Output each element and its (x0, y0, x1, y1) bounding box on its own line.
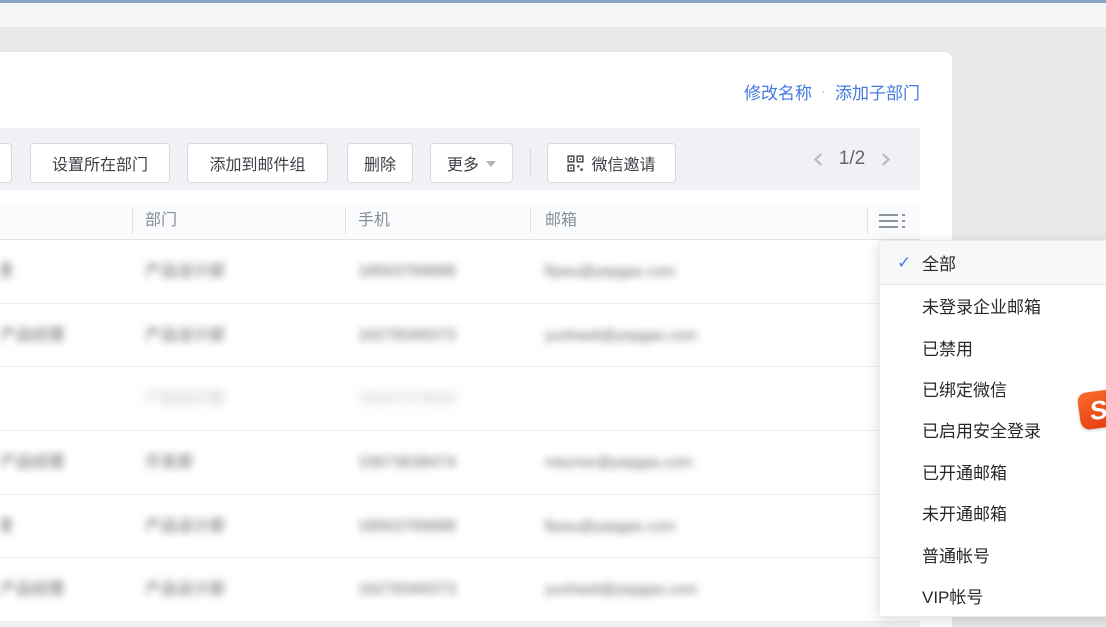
member-name-cell: 产品经理 (0, 558, 135, 621)
members-table-header: 部门 手机 邮箱 (0, 202, 920, 240)
delete-button[interactable]: 删除 (347, 143, 413, 183)
filter-menu-item-label: 未开通邮箱 (922, 500, 1007, 525)
footer-strip (0, 622, 920, 627)
filter-menu-item-label: 全部 (922, 250, 956, 275)
member-email-cell: mturner@yepgas.com (545, 431, 885, 494)
member-mobile-cell: 16278349373 (358, 304, 538, 367)
toolbar-button-clipped[interactable] (0, 143, 12, 183)
add-sub-department-link[interactable]: 添加子部门 (835, 79, 920, 104)
member-department-cell: 产品设计部 (145, 240, 345, 303)
table-row[interactable]: 产品经理 产品设计部 16278349373 yunhaoli@yepgas.c… (0, 558, 920, 622)
column-divider (345, 208, 346, 234)
member-email-cell (545, 367, 885, 430)
table-row[interactable]: 产品经理 开发部 15673638474 mturner@yepgas.com (0, 431, 920, 495)
column-divider (530, 208, 531, 234)
sogou-input-badge[interactable]: S (1077, 388, 1106, 430)
department-actions: 修改名称 · 添加子部门 (744, 79, 920, 104)
filter-menu-item[interactable]: ✓ 已绑定微信 (880, 368, 1106, 409)
member-email-cell: yunhaoli@yepgas.com (545, 304, 885, 367)
member-name-cell: 产品经理 (0, 495, 135, 558)
members-panel: 修改名称 · 添加子部门 设置所在部门 添加到邮件组 删除 更多 (0, 52, 952, 627)
browser-chrome-strip (0, 3, 1106, 27)
member-name-cell: 产品经理 (0, 304, 135, 367)
member-department-cell: 产品设计部 (145, 495, 345, 558)
filter-menu-item-label: 已绑定微信 (922, 376, 1007, 401)
wechat-invite-button[interactable]: 微信邀请 (547, 143, 676, 183)
filter-menu-item[interactable]: ✓ 普通帐号 (880, 533, 1106, 574)
members-toolbar: 设置所在部门 添加到邮件组 删除 更多 (0, 128, 920, 190)
column-header-email: 邮箱 (545, 202, 577, 240)
filter-menu-item[interactable]: ✓ 未登录企业邮箱 (880, 285, 1106, 326)
member-department-cell: 产品设计部 (145, 367, 345, 430)
filter-menu-item-label: VIP帐号 (922, 583, 983, 608)
filter-menu-item-label: 已启用安全登录 (922, 417, 1041, 442)
account-filter-menu: ✓ 全部 ✓ 未登录企业邮箱 ✓ 已禁用 ✓ 已绑定微信 ✓ 已启用安全登录 ✓… (879, 240, 1106, 617)
member-email-cell: yunhaoli@yepgas.com (545, 558, 885, 621)
more-button[interactable]: 更多 (430, 143, 513, 183)
filter-menu-item[interactable]: ✓ VIP帐号 (880, 575, 1106, 616)
table-row[interactable]: 产品设计部 16167373629 (0, 367, 920, 431)
filter-menu-item-label: 未登录企业邮箱 (922, 293, 1041, 318)
member-email-cell: flywu@yepgas.com (545, 495, 885, 558)
pagination: 1/2 (802, 128, 902, 190)
wechat-invite-label: 微信邀请 (591, 151, 655, 175)
member-mobile-cell: 18563769688 (358, 495, 538, 558)
member-email-cell: flywu@yepgas.com (545, 240, 885, 303)
member-name-cell (0, 367, 135, 430)
add-to-mail-group-button[interactable]: 添加到邮件组 (187, 143, 328, 183)
filter-menu-item[interactable]: ✓ 已禁用 (880, 326, 1106, 367)
filter-menu-item[interactable]: ✓ 未开通邮箱 (880, 492, 1106, 533)
filter-menu-item[interactable]: ✓ 已开通邮箱 (880, 451, 1106, 492)
dot-separator: · (821, 83, 826, 100)
toolbar-divider (530, 148, 531, 178)
set-department-button[interactable]: 设置所在部门 (30, 143, 170, 183)
filter-menu-item[interactable]: ✓ 已启用安全登录 (880, 409, 1106, 450)
filter-menu-item-label: 已开通邮箱 (922, 459, 1007, 484)
column-header-mobile: 手机 (358, 202, 390, 240)
member-department-cell: 产品设计部 (145, 304, 345, 367)
filter-menu-item-label: 已禁用 (922, 335, 973, 360)
table-row[interactable]: 产品经理 产品设计部 18563769688 flywu@yepgas.com (0, 240, 920, 304)
column-divider (867, 208, 868, 234)
qr-code-icon (567, 155, 584, 172)
member-name-cell: 产品经理 (0, 240, 135, 303)
table-row[interactable]: 产品经理 产品设计部 18563769688 flywu@yepgas.com (0, 495, 920, 559)
page-indicator: 1/2 (839, 148, 865, 170)
member-mobile-cell: 18563769688 (358, 240, 538, 303)
column-header-department: 部门 (145, 202, 177, 240)
filter-list-icon[interactable] (879, 214, 907, 228)
chevron-down-icon (486, 161, 496, 167)
more-button-label: 更多 (447, 151, 479, 175)
table-row[interactable]: 产品经理 产品设计部 16278349373 yunhaoli@yepgas.c… (0, 304, 920, 368)
member-department-cell: 产品设计部 (145, 558, 345, 621)
member-mobile-cell: 15673638474 (358, 431, 538, 494)
prev-page-icon[interactable] (814, 153, 827, 166)
filter-menu-item-label: 普通帐号 (922, 542, 990, 567)
filter-menu-item[interactable]: ✓ 全部 (880, 241, 1106, 285)
member-mobile-cell: 16167373629 (358, 367, 538, 430)
member-name-cell: 产品经理 (0, 431, 135, 494)
member-mobile-cell: 16278349373 (358, 558, 538, 621)
next-page-icon[interactable] (877, 153, 890, 166)
members-table-body: 产品经理 产品设计部 18563769688 flywu@yepgas.com … (0, 240, 920, 622)
column-divider (132, 208, 133, 234)
checkmark-icon: ✓ (897, 253, 911, 273)
member-department-cell: 开发部 (145, 431, 345, 494)
rename-department-link[interactable]: 修改名称 (744, 79, 812, 104)
sogou-s-letter: S (1090, 395, 1106, 423)
